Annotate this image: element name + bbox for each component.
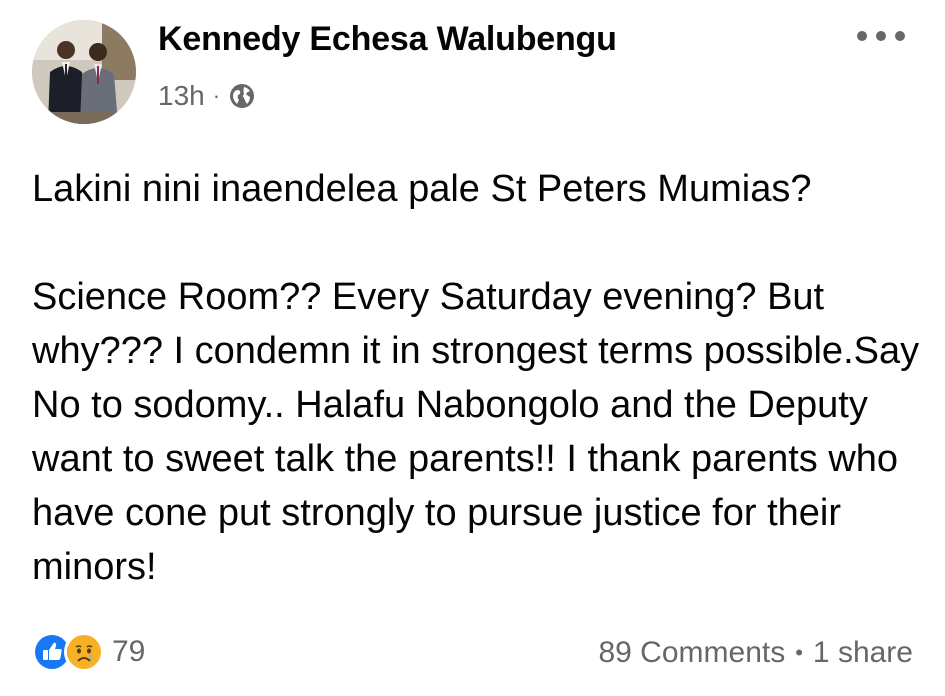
post-meta: 13h ·	[158, 80, 256, 112]
stats-separator: •	[795, 640, 803, 665]
post-body: Lakini nini inaendelea pale St Peters Mu…	[32, 162, 922, 594]
more-dot	[876, 31, 886, 41]
post-paragraph: Lakini nini inaendelea pale St Peters Mu…	[32, 168, 812, 210]
profile-photo	[32, 20, 136, 124]
reactions-summary[interactable]: 79	[32, 632, 145, 672]
more-options-button[interactable]	[857, 22, 905, 50]
shares-link[interactable]: 1 share	[813, 636, 913, 670]
facebook-post: Kennedy Echesa Walubengu 13h · Lakini ni…	[0, 0, 945, 696]
more-dot	[857, 31, 867, 41]
post-time[interactable]: 13h	[158, 80, 205, 112]
reaction-count: 79	[112, 635, 146, 668]
more-dot	[895, 31, 905, 41]
avatar[interactable]	[32, 20, 136, 124]
post-paragraph: Science Room?? Every Saturday evening? B…	[32, 276, 941, 588]
sad-icon	[64, 632, 104, 672]
comments-link[interactable]: 89 Comments	[598, 636, 785, 670]
engagement-stats: 89 Comments • 1 share	[598, 636, 913, 670]
globe-icon[interactable]	[228, 82, 256, 110]
author-name[interactable]: Kennedy Echesa Walubengu	[158, 20, 617, 59]
post-footer: 79 89 Comments • 1 share	[32, 626, 913, 678]
meta-separator: ·	[212, 83, 221, 108]
